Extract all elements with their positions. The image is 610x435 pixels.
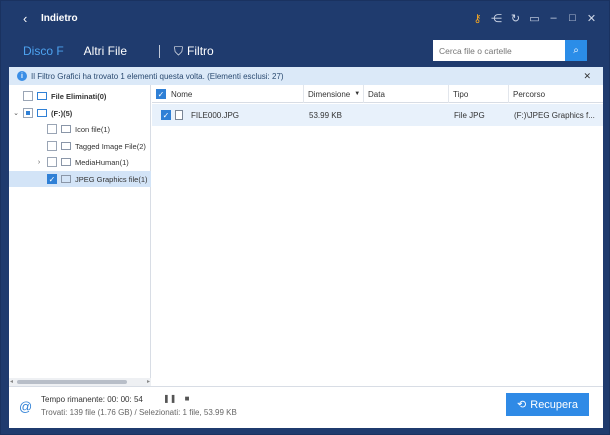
remaining-time: Tempo rimanente: 00: 00: 54 [41, 395, 143, 404]
drive-icon [37, 109, 47, 117]
scroll-right-icon[interactable]: ▸ [147, 378, 150, 385]
share-icon[interactable]: ⋲ [487, 8, 506, 28]
folder-icon [61, 158, 71, 166]
key-icon[interactable]: ⚷ [468, 8, 487, 28]
found-summary: Trovati: 139 file (1.76 GB) / Selezionat… [41, 408, 237, 417]
tree-checkbox[interactable] [47, 124, 57, 134]
minimize-icon[interactable]: – [544, 8, 563, 28]
select-all-checkbox[interactable]: ✓ [156, 89, 166, 99]
tree-checkbox[interactable]: ✓ [47, 174, 57, 184]
cell-date [365, 104, 449, 126]
recover-label: Recupera [530, 398, 578, 411]
tree-label: MediaHuman(1) [75, 157, 129, 167]
info-close-icon[interactable]: ✕ [583, 71, 591, 82]
scan-controls: ❚❚ ■ [163, 394, 189, 403]
search-icon: ⌕ [573, 45, 579, 56]
folder-icon [61, 175, 71, 183]
trash-icon [37, 92, 47, 100]
close-icon[interactable]: ✕ [582, 8, 601, 28]
folder-icon [61, 125, 71, 133]
tree-horizontal-scrollbar[interactable]: ◂ ▸ [9, 378, 151, 386]
status-footer: @ Tempo rimanente: 00: 00: 54 ❚❚ ■ Trova… [9, 386, 603, 428]
tree-label: File Eliminati(0) [51, 91, 107, 101]
folder-icon [61, 142, 71, 150]
filter-label: Filtro [187, 44, 214, 58]
column-date[interactable]: Data [364, 85, 449, 103]
stop-icon[interactable]: ■ [185, 394, 190, 403]
refresh-icon[interactable]: ↻ [506, 8, 525, 28]
scrollbar-thumb[interactable] [17, 380, 127, 384]
column-label: Data [368, 89, 385, 99]
sort-down-icon: ▼ [354, 91, 361, 97]
filter-button[interactable]: ⛉ Filtro [174, 44, 214, 59]
chevron-right-icon[interactable]: › [35, 159, 43, 166]
recover-button[interactable]: ⟲ Recupera [506, 393, 589, 416]
scan-status-icon: @ [19, 399, 33, 414]
info-icon: i [17, 71, 27, 81]
search-button[interactable]: ⌕ [565, 40, 587, 61]
chevron-down-icon[interactable]: ⌄ [12, 109, 20, 117]
tree-checkbox[interactable] [23, 108, 33, 118]
search-input[interactable] [433, 40, 565, 61]
tree-item-icon-file[interactable]: Icon file(1) [9, 121, 151, 137]
tree-item-tagged-image[interactable]: Tagged Image File(2) [9, 138, 151, 154]
info-bar: i Il Filtro Grafici ha trovato 1 element… [9, 67, 603, 85]
pause-icon[interactable]: ❚❚ [163, 394, 176, 403]
menu-icon[interactable]: ▭ [525, 8, 544, 28]
main-content: File Eliminati(0) ⌄ (F:)(5) Icon file(1)… [9, 85, 603, 386]
cell-path: (F:)\JPEG Graphics f... [514, 110, 595, 120]
folder-tree: File Eliminati(0) ⌄ (F:)(5) Icon file(1)… [9, 85, 151, 386]
nav-bar: Disco F Altri File ⛉ Filtro ⌕ [1, 35, 609, 67]
cell-name: ✓ FILE000.JPG [157, 104, 304, 126]
back-arrow-icon[interactable]: ‹ [23, 11, 37, 26]
cell-size: 53.99 KB [309, 110, 342, 120]
column-label: Tipo [453, 89, 469, 99]
app-window: ‹ Indietro ⚷ ⋲ ↻ ▭ – □ ✕ Disco F Altri F… [0, 0, 610, 435]
back-button[interactable]: Indietro [41, 13, 78, 24]
table-row[interactable]: ✓ FILE000.JPG 53.99 KB File JPG (F:)\JPE… [152, 104, 603, 126]
filter-icon: ⛉ [174, 43, 184, 58]
tree-checkbox[interactable] [47, 157, 57, 167]
scroll-left-icon[interactable]: ◂ [10, 378, 13, 385]
nav-divider [159, 44, 161, 58]
column-label: Dimensione [308, 89, 351, 99]
tab-disk[interactable]: Disco F [23, 44, 64, 58]
column-name[interactable]: ✓ Nome [152, 85, 304, 103]
maximize-icon[interactable]: □ [563, 8, 582, 28]
title-bar: ‹ Indietro ⚷ ⋲ ↻ ▭ – □ ✕ [1, 1, 609, 35]
tree-item-drive-f[interactable]: ⌄ (F:)(5) [9, 105, 151, 121]
tree-label: (F:)(5) [51, 108, 73, 118]
tree-item-deleted-files[interactable]: File Eliminati(0) [9, 88, 151, 104]
tree-label: Icon file(1) [75, 124, 111, 134]
image-file-icon [175, 110, 183, 120]
tree-checkbox[interactable] [47, 141, 57, 151]
table-header: ✓ Nome Dimensione ▼ Data Tipo Percorso [152, 85, 603, 103]
file-name: FILE000.JPG [191, 110, 240, 120]
column-path[interactable]: Percorso [509, 85, 603, 103]
tree-label: Tagged Image File(2) [75, 141, 146, 151]
cell-type: File JPG [454, 110, 485, 120]
row-checkbox[interactable]: ✓ [161, 110, 171, 120]
column-label: Percorso [513, 89, 546, 99]
tree-label: JPEG Graphics file(1) [75, 174, 148, 184]
info-text: Il Filtro Grafici ha trovato 1 elementi … [31, 71, 284, 81]
column-label: Nome [171, 89, 193, 99]
tree-item-jpeg-graphics[interactable]: ✓ JPEG Graphics file(1) [9, 171, 151, 187]
column-type[interactable]: Tipo [449, 85, 509, 103]
tree-checkbox[interactable] [23, 91, 33, 101]
tree-item-mediahuman[interactable]: › MediaHuman(1) [9, 154, 151, 170]
history-icon: ⟲ [517, 399, 527, 411]
tab-other-files[interactable]: Altri File [84, 44, 127, 58]
window-controls: ⚷ ⋲ ↻ ▭ – □ ✕ [468, 1, 601, 35]
column-size[interactable]: Dimensione ▼ [304, 85, 364, 103]
file-table: ✓ Nome Dimensione ▼ Data Tipo Percorso ✓… [152, 85, 603, 386]
